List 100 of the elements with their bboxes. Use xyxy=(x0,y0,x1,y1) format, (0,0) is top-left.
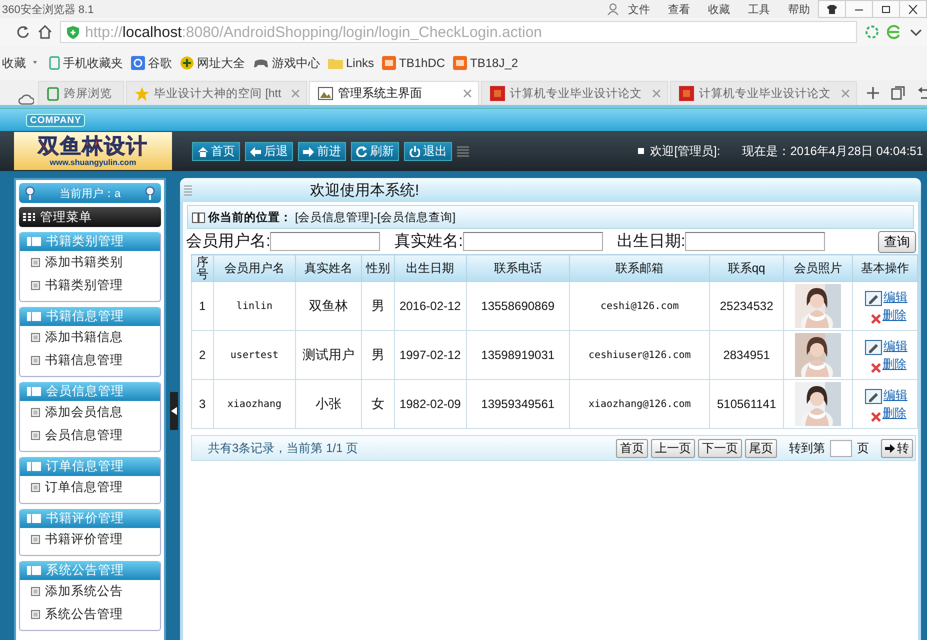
address-bar[interactable]: http://localhost:8080/AndroidShopping/login/login_CheckLogin.action xyxy=(60,21,857,43)
column-header: 性别 xyxy=(362,254,394,282)
table-cell: 男 xyxy=(362,330,394,380)
company-label: COMPANY xyxy=(26,114,86,126)
nav-button[interactable]: 首页 xyxy=(192,142,240,160)
bookmark[interactable]: Links xyxy=(328,56,374,70)
table-cell: xiaozhang xyxy=(213,380,296,428)
column-header: 出生日期 xyxy=(394,254,466,282)
bookmark[interactable]: TB18J_2 xyxy=(453,56,518,70)
menu-item[interactable]: 帮助 xyxy=(788,2,810,16)
table-cell: ceshi@126.com xyxy=(570,282,710,330)
filter-label: 会员用户名: xyxy=(186,232,270,252)
table-cell: 13558690869 xyxy=(466,282,570,330)
bookmark[interactable]: 游戏中心 xyxy=(253,54,320,72)
table-cell: xiaozhang@126.com xyxy=(570,380,710,428)
menu-item[interactable]: 会员信息管理 xyxy=(20,424,160,447)
go-button[interactable]: 转 xyxy=(881,438,913,458)
bookmark-label: 游戏中心 xyxy=(272,54,320,72)
filter-label: 真实姓名: xyxy=(394,232,463,252)
table-cell: ceshiuser@126.com xyxy=(570,330,710,380)
menu-item[interactable]: 添加会员信息 xyxy=(20,401,160,424)
bookmark-label: 谷歌 xyxy=(148,54,172,72)
delete-link[interactable]: 删除 xyxy=(871,306,906,324)
column-header: 序号 xyxy=(192,254,214,282)
browser-tab[interactable]: 管理系统主界面 xyxy=(309,81,480,105)
table-cell: 双鱼林 xyxy=(296,282,362,330)
tab-title: 跨屏浏览 xyxy=(64,86,112,101)
table-cell: 2016-02-12 xyxy=(394,282,466,330)
page-button[interactable]: 下一页 xyxy=(698,438,742,458)
column-header: 会员照片 xyxy=(783,254,853,282)
browser-tab[interactable]: 计算机专业毕业设计论文 xyxy=(670,81,858,105)
search-button[interactable]: 查询 xyxy=(878,230,916,252)
table-cell: linlin xyxy=(213,282,296,330)
browser-tab[interactable]: 跨屏浏览 xyxy=(38,81,124,105)
bookmark[interactable]: TB1hDC xyxy=(382,56,446,70)
nav-button[interactable]: 后退 xyxy=(245,142,293,160)
table-cell: 2834951 xyxy=(710,330,784,380)
tab-title: 管理系统主界面 xyxy=(338,85,422,102)
page-button[interactable]: 首页 xyxy=(616,438,648,458)
menu-item[interactable]: 系统公告管理 xyxy=(20,603,160,626)
table-cell: 测试用户 xyxy=(296,330,362,380)
bookmark[interactable]: 谷歌 xyxy=(131,54,172,72)
bookmark-label: 网址大全 xyxy=(197,54,245,72)
table-cell: 13959349561 xyxy=(466,380,570,428)
current-user-label: 当前用户：a xyxy=(59,186,121,200)
edit-link[interactable]: 编辑 xyxy=(865,288,908,306)
browser-tab[interactable]: 计算机专业毕业设计论文 xyxy=(481,81,668,105)
column-header: 联系邮箱 xyxy=(570,254,710,282)
table-cell: 女 xyxy=(362,380,394,428)
record-summary: 共有3条记录，当前第 1/1 页 xyxy=(208,440,358,456)
browser-tab[interactable]: 毕业设计大神的空间 [htt xyxy=(126,81,308,105)
table-cell: usertest xyxy=(213,330,296,380)
menu-item[interactable]: 订单信息管理 xyxy=(20,476,160,499)
delete-link[interactable]: 删除 xyxy=(871,404,906,422)
nav-button[interactable]: 前进 xyxy=(298,142,346,160)
logo[interactable]: 双鱼林设计 www.shuangyulin.com xyxy=(14,132,172,170)
column-header: 联系电话 xyxy=(466,254,570,282)
menu-item[interactable]: 收藏 xyxy=(708,2,730,16)
page-button[interactable]: 尾页 xyxy=(745,438,777,458)
bookmark-label: TB18J_2 xyxy=(470,56,518,70)
menu-item[interactable]: 添加书籍信息 xyxy=(20,326,160,349)
menu-item[interactable]: 添加系统公告 xyxy=(20,580,160,603)
table-cell: 小张 xyxy=(296,380,362,428)
menu-item[interactable]: 添加书籍类别 xyxy=(20,251,160,274)
table-cell: 510561141 xyxy=(710,380,784,428)
column-header: 真实姓名 xyxy=(296,254,362,282)
nav-button[interactable]: 退出 xyxy=(404,142,452,160)
filter-label: 出生日期: xyxy=(616,232,686,252)
window-title: 360安全浏览器 8.1 xyxy=(2,2,94,16)
breadcrumb: [会员信息管理]-[会员信息查询] xyxy=(295,210,456,224)
table-cell: 25234532 xyxy=(710,282,784,330)
bookmark-label: TB1hDC xyxy=(399,56,446,70)
menu-item[interactable]: 工具 xyxy=(748,2,770,16)
delete-link[interactable]: 删除 xyxy=(871,356,906,372)
favorites-menu[interactable]: 收藏 xyxy=(2,54,41,72)
welcome-text: 欢迎[管理员]: xyxy=(650,142,720,160)
menu-title: 管理菜单 xyxy=(40,208,92,226)
edit-link[interactable]: 编辑 xyxy=(865,338,908,354)
menu-item[interactable]: 书籍信息管理 xyxy=(20,349,160,372)
bookmark[interactable]: 网址大全 xyxy=(180,54,245,72)
page-suffix: 页 xyxy=(857,440,869,456)
menu-item[interactable]: 书籍评价管理 xyxy=(20,528,160,551)
datetime-text: 现在是：2016年4月28日 04:04:51 xyxy=(742,142,923,160)
edit-link[interactable]: 编辑 xyxy=(865,386,908,404)
tab-title: 计算机专业毕业设计论文 xyxy=(510,86,642,101)
menu-item[interactable]: 书籍类别管理 xyxy=(20,274,160,297)
column-header: 联系qq xyxy=(710,254,784,282)
menu-item[interactable]: 文件 xyxy=(628,2,650,16)
table-cell: 男 xyxy=(362,282,394,330)
bookmark-label: 手机收藏夹 xyxy=(63,54,123,72)
table-cell: 1997-02-12 xyxy=(394,330,466,380)
table-cell: 3 xyxy=(192,380,214,428)
page-button[interactable]: 上一页 xyxy=(651,438,695,458)
goto-label: 转到第 xyxy=(789,440,825,456)
welcome-title: 欢迎使用本系统! xyxy=(310,180,420,200)
nav-button[interactable]: 刷新 xyxy=(351,142,399,160)
bookmark[interactable]: 手机收藏夹 xyxy=(49,54,123,72)
table-cell: 1982-02-09 xyxy=(394,380,466,428)
menu-item[interactable]: 查看 xyxy=(668,2,690,16)
column-header: 基本操作 xyxy=(852,254,918,282)
